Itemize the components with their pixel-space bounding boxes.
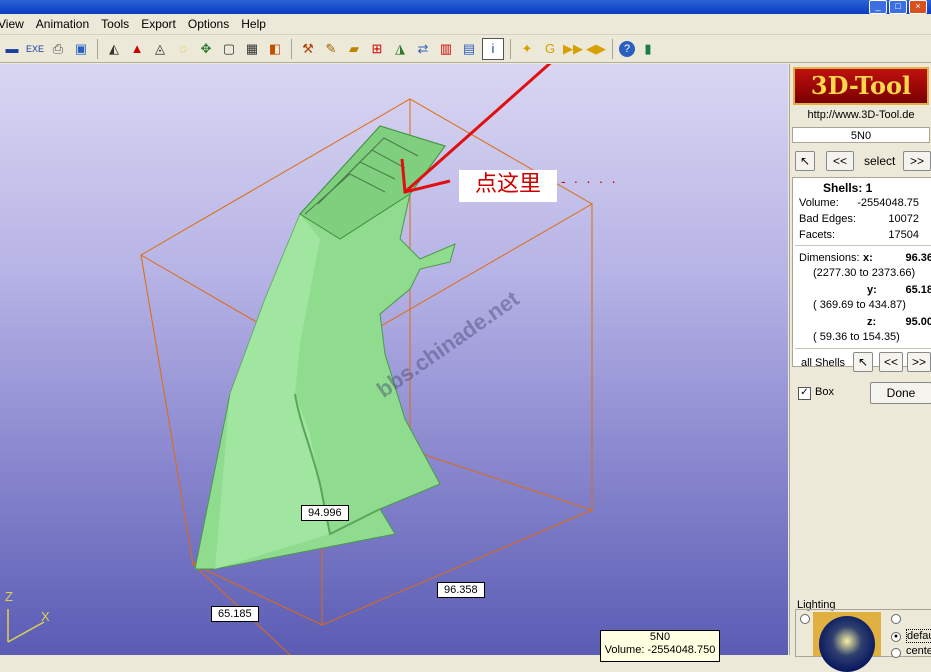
toolbar: ▬ EXE ⎙ ▣ ◭ ▲ ◬ ◌ ✥ ▢ ▦ ◧ ⚒ ✎ ▰ ⊞ ◮ ⇄ ▥ … [0, 35, 931, 63]
model-name-field: 5N0 [792, 127, 930, 143]
title-bar: _ □ × [0, 0, 931, 14]
dimension-y-label: 65.185 [211, 606, 259, 622]
hammer-icon[interactable]: ⚒ [298, 39, 318, 59]
compare-icon[interactable]: ⇄ [413, 39, 433, 59]
3d-viewport[interactable]: 点这里 - · · · · bbs.chinade.net 94.996 96.… [0, 64, 788, 655]
light-radio-default[interactable]: ● [891, 632, 901, 642]
lighting-group: ● default center [795, 609, 931, 672]
help-icon[interactable]: ? [619, 40, 635, 57]
properties-icon[interactable]: ▣ [71, 39, 91, 59]
light-radio-left[interactable] [800, 614, 810, 624]
x-label: x: [863, 252, 873, 264]
annotation-label: 点这里 [459, 170, 557, 202]
light-preview[interactable] [813, 612, 881, 672]
all-shells-next-button[interactable]: >> [907, 352, 931, 372]
done-button[interactable]: Done [870, 382, 931, 404]
axis-triad [7, 609, 45, 643]
bad-edges-label: Bad Edges: [799, 213, 856, 225]
select-label: select [864, 154, 896, 168]
logo: 3D-Tool [793, 67, 929, 105]
y-label: y: [867, 284, 877, 296]
light-radio-top[interactable] [891, 614, 901, 624]
next-shell-button[interactable]: >> [903, 151, 931, 171]
x-value: 96.36 [905, 252, 931, 264]
select-pointer-button[interactable]: ↖ [795, 151, 815, 171]
brush-icon[interactable]: ✎ [321, 39, 341, 59]
light-radio-center[interactable] [891, 648, 901, 658]
shell-info-panel: Shells: 1 Volume: -2554048.75 Bad Edges:… [792, 177, 931, 367]
save-icon[interactable]: ▬ [2, 39, 22, 59]
box-checkbox[interactable]: ✓ [798, 387, 811, 400]
cursor-icon: ↖ [857, 355, 869, 369]
green-part [194, 125, 456, 570]
menu-tools[interactable]: Tools [95, 17, 135, 31]
facets-value: 17504 [888, 229, 919, 241]
shell-info-icon[interactable]: i [482, 37, 504, 60]
axis-x-label: X [41, 609, 50, 624]
analysis-icon[interactable]: ⊞ [367, 39, 387, 59]
move-icon[interactable]: ✥ [196, 39, 216, 59]
z-label: z: [867, 316, 877, 328]
all-shells-pointer-button[interactable]: ↖ [853, 352, 873, 372]
model-scene [7, 64, 594, 655]
side-panel: 3D-Tool http://www.3D-Tool.de 5N0 ↖ << s… [789, 64, 931, 672]
z-range: ( 59.36 to 154.35) [813, 331, 900, 343]
close-button[interactable]: × [909, 0, 927, 14]
z-value: 95.00 [905, 316, 931, 328]
rotate-icon[interactable]: ◌ [173, 39, 193, 59]
box-icon[interactable]: ▢ [219, 39, 239, 59]
volume-label: Volume: [799, 197, 839, 209]
box-label: Box [815, 386, 834, 398]
cube-icon[interactable]: ▦ [242, 39, 262, 59]
center-icon[interactable]: ✦ [517, 39, 537, 59]
light-center-label: center [906, 645, 931, 657]
volume-value: -2554048.75 [857, 197, 919, 209]
menu-bar: View Animation Tools Export Options Help [0, 14, 931, 35]
tooltip: 5N0 Volume: -2554048.750 [600, 630, 720, 662]
all-shells-label: all Shells [801, 357, 846, 369]
exit-icon[interactable]: ▮ [638, 39, 658, 59]
dimensions-label: Dimensions: [799, 252, 860, 264]
dimension-z-label: 94.996 [301, 505, 349, 521]
all-shells-prev-button[interactable]: << [879, 352, 903, 372]
axis-z-label: Z [5, 589, 13, 604]
tooltip-name: 5N0 [649, 631, 671, 643]
surface-icon[interactable]: ◮ [390, 39, 410, 59]
measure-icon[interactable]: ◭ [104, 39, 124, 59]
shells-count: Shells: 1 [823, 181, 873, 195]
menu-view[interactable]: View [0, 17, 30, 31]
chart-icon[interactable]: ▤ [459, 39, 479, 59]
x-range: (2277.30 to 2373.66) [813, 267, 916, 279]
reset-icon[interactable]: G [540, 39, 560, 59]
website-link[interactable]: http://www.3D-Tool.de [790, 109, 931, 121]
tooltip-volume: Volume: -2554048.750 [604, 644, 716, 656]
play-icon[interactable]: ▶▶ [563, 39, 583, 59]
light-default-label: default [906, 629, 931, 643]
menu-options[interactable]: Options [182, 17, 235, 31]
export-exe-icon[interactable]: EXE [25, 39, 45, 59]
ruler-icon[interactable]: ▰ [344, 39, 364, 59]
bad-edges-value: 10072 [888, 213, 919, 225]
prev-shell-button[interactable]: << [826, 151, 854, 171]
menu-export[interactable]: Export [135, 17, 182, 31]
wall-thickness-icon[interactable]: ▥ [436, 39, 456, 59]
cursor-icon: ↖ [799, 154, 811, 168]
y-value: 65.18 [905, 284, 931, 296]
render-icon[interactable]: ◧ [265, 39, 285, 59]
edit-icon[interactable]: ◬ [150, 39, 170, 59]
print-icon[interactable]: ⎙ [48, 39, 68, 59]
annotation-dots: - · · · · [561, 173, 618, 189]
menu-animation[interactable]: Animation [30, 17, 95, 31]
menu-help[interactable]: Help [235, 17, 272, 31]
dimension-x-label: 96.358 [437, 582, 485, 598]
section-icon[interactable]: ▲ [127, 39, 147, 59]
minimize-button[interactable]: _ [869, 0, 887, 14]
mirror-icon[interactable]: ◀▶ [586, 39, 606, 59]
facets-label: Facets: [799, 229, 836, 241]
maximize-button[interactable]: □ [889, 0, 907, 14]
y-range: ( 369.69 to 434.87) [813, 299, 906, 311]
